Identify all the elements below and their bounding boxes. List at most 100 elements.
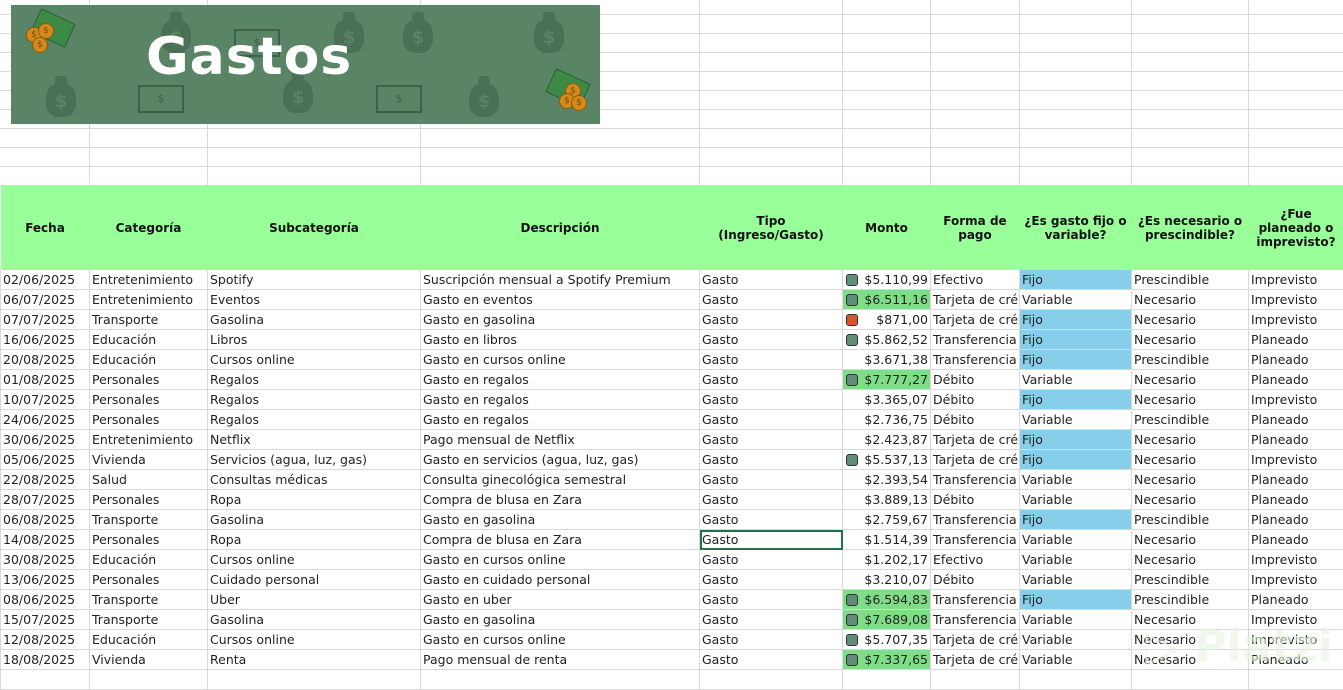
cell-necesario-prescindible[interactable]: Necesario (1131, 289, 1249, 310)
cell-fecha[interactable]: 14/08/2025 (0, 529, 90, 550)
cell-subcategoria[interactable]: Uber (207, 589, 421, 610)
cell-tipo[interactable]: Gasto (699, 489, 843, 510)
cell-planeado-imprevisto[interactable]: Imprevisto (1248, 389, 1343, 410)
cell-necesario-prescindible[interactable]: Necesario (1131, 389, 1249, 410)
cell-subcategoria[interactable]: Cursos online (207, 349, 421, 370)
cell-planeado-imprevisto[interactable]: Planeado (1248, 469, 1343, 490)
cell-fecha[interactable]: 30/08/2025 (0, 549, 90, 570)
cell-forma-pago[interactable]: Efectivo (930, 549, 1020, 570)
cell-categoria[interactable]: Entretenimiento (89, 429, 208, 450)
cell-fecha[interactable]: 28/07/2025 (0, 489, 90, 510)
cell-fijo-variable[interactable]: Fijo (1019, 429, 1132, 450)
cell-categoria[interactable]: Salud (89, 469, 208, 490)
cell-fecha[interactable]: 13/06/2025 (0, 569, 90, 590)
cell-subcategoria[interactable]: Ropa (207, 489, 421, 510)
cell-descripcion[interactable]: Gasto en regalos (420, 389, 700, 410)
cell-subcategoria[interactable]: Ropa (207, 529, 421, 550)
cell-fecha[interactable]: 22/08/2025 (0, 469, 90, 490)
cell-tipo[interactable]: Gasto (699, 309, 843, 330)
cell-descripcion[interactable]: Pago mensual de Netflix (420, 429, 700, 450)
cell-descripcion[interactable]: Pago mensual de renta (420, 649, 700, 670)
cell-monto[interactable]: $7.777,27 (842, 369, 931, 390)
cell-necesario-prescindible[interactable]: Prescindible (1131, 409, 1249, 430)
empty-cell[interactable] (89, 669, 208, 690)
cell-descripcion[interactable]: Suscripción mensual a Spotify Premium (420, 270, 700, 290)
cell-forma-pago[interactable]: Tarjeta de cré (930, 449, 1020, 470)
cell-fijo-variable[interactable]: Variable (1019, 629, 1132, 650)
cell-fecha[interactable]: 15/07/2025 (0, 609, 90, 630)
cell-fijo-variable[interactable]: Variable (1019, 289, 1132, 310)
empty-cell[interactable] (420, 669, 700, 690)
cell-subcategoria[interactable]: Cuidado personal (207, 569, 421, 590)
cell-categoria[interactable]: Vivienda (89, 649, 208, 670)
cell-forma-pago[interactable]: Transferencia (930, 469, 1020, 490)
cell-fijo-variable[interactable]: Fijo (1019, 349, 1132, 370)
cell-planeado-imprevisto[interactable]: Imprevisto (1248, 289, 1343, 310)
cell-forma-pago[interactable]: Transferencia (930, 329, 1020, 350)
cell-forma-pago[interactable]: Tarjeta de cré (930, 309, 1020, 330)
cell-categoria[interactable]: Educación (89, 549, 208, 570)
cell-tipo[interactable]: Gasto (699, 289, 843, 310)
cell-tipo[interactable]: Gasto (699, 369, 843, 390)
header-fijo-variable[interactable]: ¿Es gasto fijo o variable? (1019, 185, 1132, 270)
empty-cell[interactable] (207, 669, 421, 690)
cell-categoria[interactable]: Vivienda (89, 449, 208, 470)
cell-planeado-imprevisto[interactable]: Imprevisto (1248, 309, 1343, 330)
cell-fecha[interactable]: 20/08/2025 (0, 349, 90, 370)
cell-planeado-imprevisto[interactable]: Planeado (1248, 509, 1343, 530)
cell-monto[interactable]: $3.671,38 (842, 349, 931, 370)
empty-cell[interactable] (1019, 669, 1132, 690)
cell-fecha[interactable]: 01/08/2025 (0, 369, 90, 390)
cell-necesario-prescindible[interactable]: Necesario (1131, 469, 1249, 490)
cell-descripcion[interactable]: Gasto en gasolina (420, 509, 700, 530)
cell-fijo-variable[interactable]: Variable (1019, 609, 1132, 630)
cell-planeado-imprevisto[interactable]: Planeado (1248, 489, 1343, 510)
cell-tipo[interactable]: Gasto (699, 429, 843, 450)
cell-necesario-prescindible[interactable]: Prescindible (1131, 349, 1249, 370)
cell-monto[interactable]: $871,00 (842, 309, 931, 330)
cell-forma-pago[interactable]: Tarjeta de cré (930, 629, 1020, 650)
cell-categoria[interactable]: Personales (89, 409, 208, 430)
cell-fecha[interactable]: 24/06/2025 (0, 409, 90, 430)
cell-categoria[interactable]: Personales (89, 489, 208, 510)
cell-descripcion[interactable]: Gasto en eventos (420, 289, 700, 310)
cell-categoria[interactable]: Educación (89, 349, 208, 370)
cell-planeado-imprevisto[interactable]: Planeado (1248, 329, 1343, 350)
header-planeado-imprevisto[interactable]: ¿Fue planeado o imprevisto? (1248, 185, 1343, 270)
header-necesario-prescindible[interactable]: ¿Es necesario o prescindible? (1131, 185, 1249, 270)
cell-forma-pago[interactable]: Tarjeta de cré (930, 289, 1020, 310)
cell-descripcion[interactable]: Gasto en gasolina (420, 309, 700, 330)
cell-fecha[interactable]: 12/08/2025 (0, 629, 90, 650)
cell-forma-pago[interactable]: Débito (930, 409, 1020, 430)
cell-categoria[interactable]: Transporte (89, 609, 208, 630)
cell-forma-pago[interactable]: Transferencia (930, 589, 1020, 610)
cell-necesario-prescindible[interactable]: Prescindible (1131, 270, 1249, 290)
cell-descripcion[interactable]: Gasto en cursos online (420, 549, 700, 570)
cell-monto[interactable]: $5.707,35 (842, 629, 931, 650)
cell-descripcion[interactable]: Gasto en regalos (420, 369, 700, 390)
header-subcategoria[interactable]: Subcategoría (207, 185, 421, 270)
cell-fecha[interactable]: 30/06/2025 (0, 429, 90, 450)
empty-cell[interactable] (1131, 669, 1249, 690)
cell-categoria[interactable]: Transporte (89, 509, 208, 530)
cell-monto[interactable]: $2.393,54 (842, 469, 931, 490)
cell-subcategoria[interactable]: Cursos online (207, 549, 421, 570)
cell-fijo-variable[interactable]: Fijo (1019, 309, 1132, 330)
cell-subcategoria[interactable]: Libros (207, 329, 421, 350)
cell-fijo-variable[interactable]: Fijo (1019, 270, 1132, 290)
cell-tipo[interactable]: Gasto (699, 469, 843, 490)
cell-descripcion[interactable]: Gasto en uber (420, 589, 700, 610)
cell-fijo-variable[interactable]: Fijo (1019, 329, 1132, 350)
cell-descripcion[interactable]: Gasto en gasolina (420, 609, 700, 630)
cell-monto[interactable]: $6.594,83 (842, 589, 931, 610)
cell-planeado-imprevisto[interactable]: Imprevisto (1248, 569, 1343, 590)
cell-forma-pago[interactable]: Tarjeta de cré (930, 649, 1020, 670)
cell-planeado-imprevisto[interactable]: Imprevisto (1248, 449, 1343, 470)
cell-tipo[interactable]: Gasto (699, 389, 843, 410)
cell-monto[interactable]: $1.514,39 (842, 529, 931, 550)
cell-fijo-variable[interactable]: Variable (1019, 549, 1132, 570)
cell-categoria[interactable]: Personales (89, 569, 208, 590)
cell-subcategoria[interactable]: Eventos (207, 289, 421, 310)
cell-descripcion[interactable]: Gasto en cursos online (420, 349, 700, 370)
cell-subcategoria[interactable]: Cursos online (207, 629, 421, 650)
